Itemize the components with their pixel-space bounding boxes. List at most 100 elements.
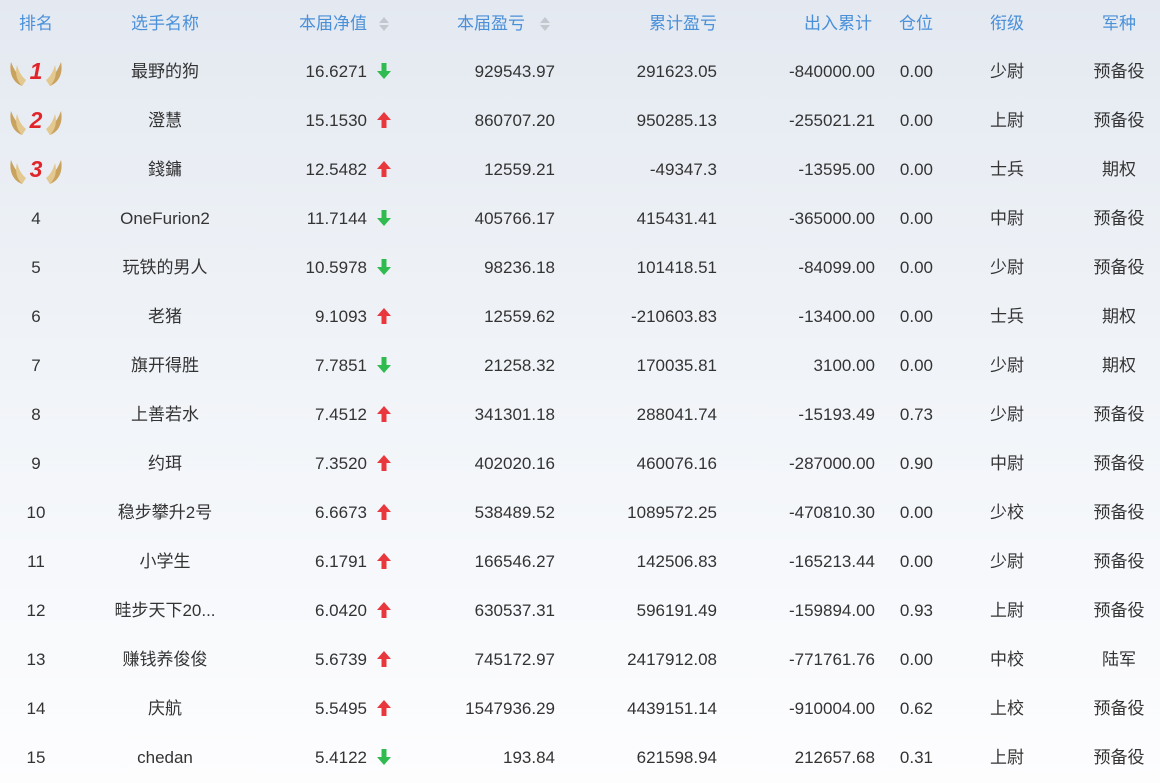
rank-number: 9 xyxy=(31,454,41,473)
branch-value: 预备役 xyxy=(1093,503,1145,522)
nav-value: 12.5482 xyxy=(305,160,367,179)
header-cumulative[interactable]: 累计盈亏 xyxy=(560,0,717,47)
branch-value: 预备役 xyxy=(1093,405,1145,424)
table-row[interactable]: 6 老猪 9.1093 12559.62 -210603.83 -13400.00 0.00… xyxy=(0,292,1160,341)
player-name[interactable]: 赚钱养俊俊 xyxy=(85,635,245,684)
header-rank[interactable]: 排名 xyxy=(0,0,72,47)
header-name[interactable]: 选手名称 xyxy=(85,0,245,47)
grade-value: 少尉 xyxy=(990,552,1024,571)
player-name[interactable]: 约珥 xyxy=(85,439,245,488)
table-row[interactable]: 2 澄慧 15.1530 860707.20 950285.13 -255021.21 0.… xyxy=(0,96,1160,145)
header-flow[interactable]: 出入累计 xyxy=(720,0,872,47)
cumulative-pnl-value: 288041.74 xyxy=(636,405,717,424)
grade-value: 少尉 xyxy=(990,405,1024,424)
table-row[interactable]: 1 最野的狗 16.6271 929543.97 291623.05 -840000.00… xyxy=(0,47,1160,96)
table-row[interactable]: 10 稳步攀升2号 6.6673 538489.52 1089572.25 -470810… xyxy=(0,488,1160,537)
player-name[interactable]: 旗开得胜 xyxy=(85,341,245,390)
rank-number: 8 xyxy=(31,405,41,424)
table-header: 排名 选手名称 本届净值 本届盈亏 累计盈亏 出入累计 仓位 衔级 军种 xyxy=(0,0,1160,47)
table-row[interactable]: 7 旗开得胜 7.7851 21258.32 170035.81 3100.00 0.00 少… xyxy=(0,341,1160,390)
cumulative-pnl-value: 596191.49 xyxy=(636,601,717,620)
rank-number: 3 xyxy=(29,156,43,182)
cumulative-pnl-value: 291623.05 xyxy=(636,62,717,81)
player-name[interactable]: 畦步天下20... xyxy=(85,586,245,635)
player-name[interactable]: chedan xyxy=(85,733,245,782)
grade-value: 少尉 xyxy=(990,356,1024,375)
table-row[interactable]: 9 约珥 7.3520 402020.16 460076.16 -287000.00 0.9… xyxy=(0,439,1160,488)
sort-icon[interactable] xyxy=(539,0,553,47)
flow-value: -470810.30 xyxy=(788,503,875,522)
grade-value: 少尉 xyxy=(990,62,1024,81)
player-name[interactable]: OneFurion2 xyxy=(85,194,245,243)
position-value: 0.00 xyxy=(899,650,933,669)
player-name[interactable]: 庆航 xyxy=(85,684,245,733)
pnl-value: 929543.97 xyxy=(474,62,555,81)
pnl-value: 538489.52 xyxy=(474,503,555,522)
arrow-up-icon xyxy=(374,145,394,194)
nav-value: 16.6271 xyxy=(305,62,367,81)
cumulative-pnl-value: 142506.83 xyxy=(636,552,717,571)
nav-value: 11.7144 xyxy=(306,209,367,228)
pnl-value: 405766.17 xyxy=(474,209,555,228)
header-nav[interactable]: 本届净值 xyxy=(260,0,367,47)
arrow-up-icon xyxy=(374,439,394,488)
position-value: 0.73 xyxy=(899,405,933,424)
nav-value: 15.1530 xyxy=(305,111,367,130)
flow-value: -255021.21 xyxy=(788,111,875,130)
player-name[interactable]: 澄慧 xyxy=(85,96,245,145)
header-pnl[interactable]: 本届盈亏 xyxy=(400,0,525,47)
pnl-value: 1547936.29 xyxy=(465,699,555,718)
position-value: 0.00 xyxy=(899,307,933,326)
flow-value: 3100.00 xyxy=(813,356,875,375)
flow-value: -287000.00 xyxy=(788,454,875,473)
branch-value: 预备役 xyxy=(1093,601,1145,620)
branch-value: 预备役 xyxy=(1093,454,1145,473)
position-value: 0.00 xyxy=(899,62,933,81)
medal-icon: 3 xyxy=(8,154,64,186)
player-name[interactable]: 小学生 xyxy=(85,537,245,586)
nav-value: 9.1093 xyxy=(315,307,367,326)
rank-number: 13 xyxy=(26,650,46,669)
cumulative-pnl-value: 170035.81 xyxy=(636,356,717,375)
table-row[interactable]: 15 chedan 5.4122 193.84 621598.94 212657.68 0.… xyxy=(0,733,1160,782)
cumulative-pnl-value: 950285.13 xyxy=(636,111,717,130)
player-name[interactable]: 老猪 xyxy=(85,292,245,341)
flow-value: -15193.49 xyxy=(798,405,875,424)
table-row[interactable]: 12 畦步天下20... 6.0420 630537.31 596191.49 -1598… xyxy=(0,586,1160,635)
table-row[interactable]: 11 小学生 6.1791 166546.27 142506.83 -165213.44 0… xyxy=(0,537,1160,586)
medal-icon: 1 xyxy=(8,56,64,88)
grade-value: 少尉 xyxy=(990,258,1024,277)
grade-value: 士兵 xyxy=(990,160,1024,179)
player-name[interactable]: 玩铁的男人 xyxy=(85,243,245,292)
table-row[interactable]: 5 玩铁的男人 10.5978 98236.18 101418.51 -84099.00 0… xyxy=(0,243,1160,292)
player-name[interactable]: 錢鏞 xyxy=(85,145,245,194)
arrow-down-icon xyxy=(374,47,394,96)
sort-icon[interactable] xyxy=(378,0,392,47)
table-row[interactable]: 4 OneFurion2 11.7144 405766.17 415431.41 -365… xyxy=(0,194,1160,243)
grade-value: 中校 xyxy=(990,650,1024,669)
table-row[interactable]: 3 錢鏞 12.5482 12559.21 -49347.3 -13595.00 0.00 士… xyxy=(0,145,1160,194)
player-name[interactable]: 最野的狗 xyxy=(85,47,245,96)
header-position[interactable]: 仓位 xyxy=(880,0,933,47)
leaderboard-table: 排名 选手名称 本届净值 本届盈亏 累计盈亏 出入累计 仓位 衔级 军种 1 最野… xyxy=(0,0,1160,783)
arrow-down-icon xyxy=(374,733,394,782)
pnl-value: 630537.31 xyxy=(474,601,555,620)
arrow-up-icon xyxy=(374,635,394,684)
flow-value: -84099.00 xyxy=(798,258,875,277)
grade-value: 上尉 xyxy=(990,601,1024,620)
table-row[interactable]: 14 庆航 5.5495 1547936.29 4439151.14 -910004.00… xyxy=(0,684,1160,733)
nav-value: 6.0420 xyxy=(315,601,367,620)
branch-value: 预备役 xyxy=(1093,111,1145,130)
arrow-down-icon xyxy=(374,194,394,243)
player-name[interactable]: 稳步攀升2号 xyxy=(85,488,245,537)
pnl-value: 12559.21 xyxy=(484,160,555,179)
player-name[interactable]: 上善若水 xyxy=(85,390,245,439)
branch-value: 期权 xyxy=(1102,356,1136,375)
flow-value: 212657.68 xyxy=(794,748,875,767)
flow-value: -13400.00 xyxy=(798,307,875,326)
table-row[interactable]: 13 赚钱养俊俊 5.6739 745172.97 2417912.08 -771761.… xyxy=(0,635,1160,684)
header-grade[interactable]: 衔级 xyxy=(965,0,1049,47)
header-branch[interactable]: 军种 xyxy=(1078,0,1160,47)
table-row[interactable]: 8 上善若水 7.4512 341301.18 288041.74 -15193.49 0.… xyxy=(0,390,1160,439)
flow-value: -159894.00 xyxy=(788,601,875,620)
